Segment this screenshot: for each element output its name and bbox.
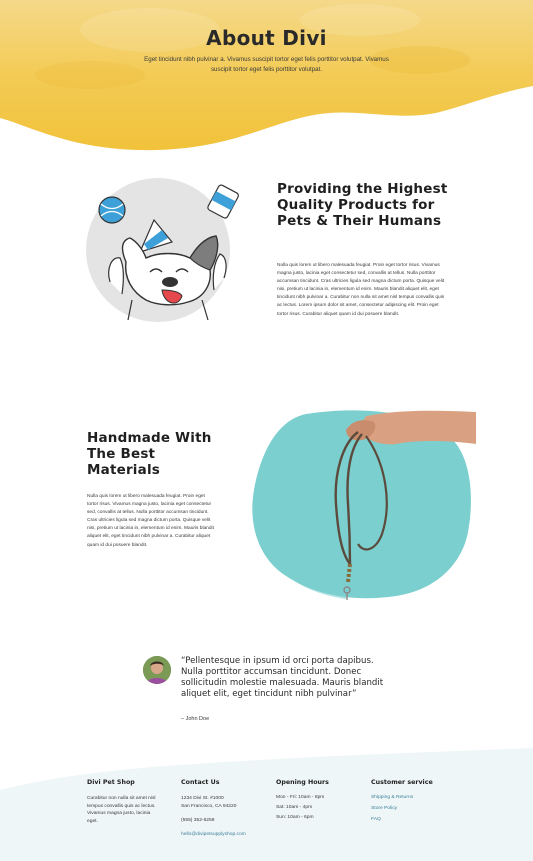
testimonial-author: – John Doe	[181, 716, 210, 722]
footer-hours-item: Mon - Fri: 10am - 8pm	[276, 795, 325, 800]
footer-phone[interactable]: (555) 352-6258	[181, 817, 271, 825]
footer-shop-text: Curabitur non nulla sit amet nisl tempus…	[87, 796, 156, 824]
dog-illustration-icon	[98, 184, 239, 321]
footer-shop-column: Divi Pet Shop Curabitur non nulla sit am…	[87, 779, 177, 825]
avatar-photo-icon	[143, 656, 171, 684]
section2-title: Handmade With The Best Materials	[87, 430, 212, 478]
avatar	[143, 656, 171, 684]
footer-email-link[interactable]: hello@divipetsupplyshop.com	[181, 832, 271, 837]
footer-hours-item: Sat: 10am - 4pm	[276, 805, 313, 811]
hero-subtitle: Eget tincidunt nibh pulvinar a. Vivamus …	[144, 56, 389, 73]
footer-link-shipping[interactable]: Shipping & Returns	[371, 795, 461, 800]
footer-hours-heading: Opening Hours	[276, 779, 329, 786]
footer-hours-column: Opening Hours Mon - Fri: 10am - 8pm Sat:…	[276, 779, 366, 826]
footer-service-column: Customer service Shipping & Returns Stor…	[371, 779, 461, 829]
footer-service-heading: Customer service	[371, 779, 433, 786]
section2-body: Nulla quis lorem ut libero malesuada feu…	[87, 494, 214, 548]
section1-body: Nulla quis lorem ut libero malesuada feu…	[277, 263, 445, 317]
section1-title: Providing the Highest Quality Products f…	[277, 181, 448, 229]
footer-contact-heading: Contact Us	[181, 779, 220, 786]
footer-hours-item: Sun: 10am - 6pm	[276, 815, 314, 821]
footer-contact-column: Contact Us 1234 Divi St. #1000 San Franc…	[181, 779, 271, 837]
page-title: About Divi	[206, 26, 327, 50]
footer-shop-heading: Divi Pet Shop	[87, 779, 135, 786]
footer-address-line1: 1234 Divi St. #1000	[181, 796, 224, 801]
hero-background	[0, 0, 533, 151]
footer-address-line2: San Francisco, CA 94220	[181, 803, 237, 809]
footer-link-store-policy[interactable]: Store Policy	[371, 806, 461, 811]
footer-link-faq[interactable]: FAQ	[371, 817, 461, 822]
testimonial-quote: “Pellentesque in ipsum id orci porta dap…	[181, 656, 384, 699]
hero-section: About Divi Eget tincidunt nibh pulvinar …	[0, 0, 533, 160]
leash-photo-icon	[252, 410, 476, 600]
